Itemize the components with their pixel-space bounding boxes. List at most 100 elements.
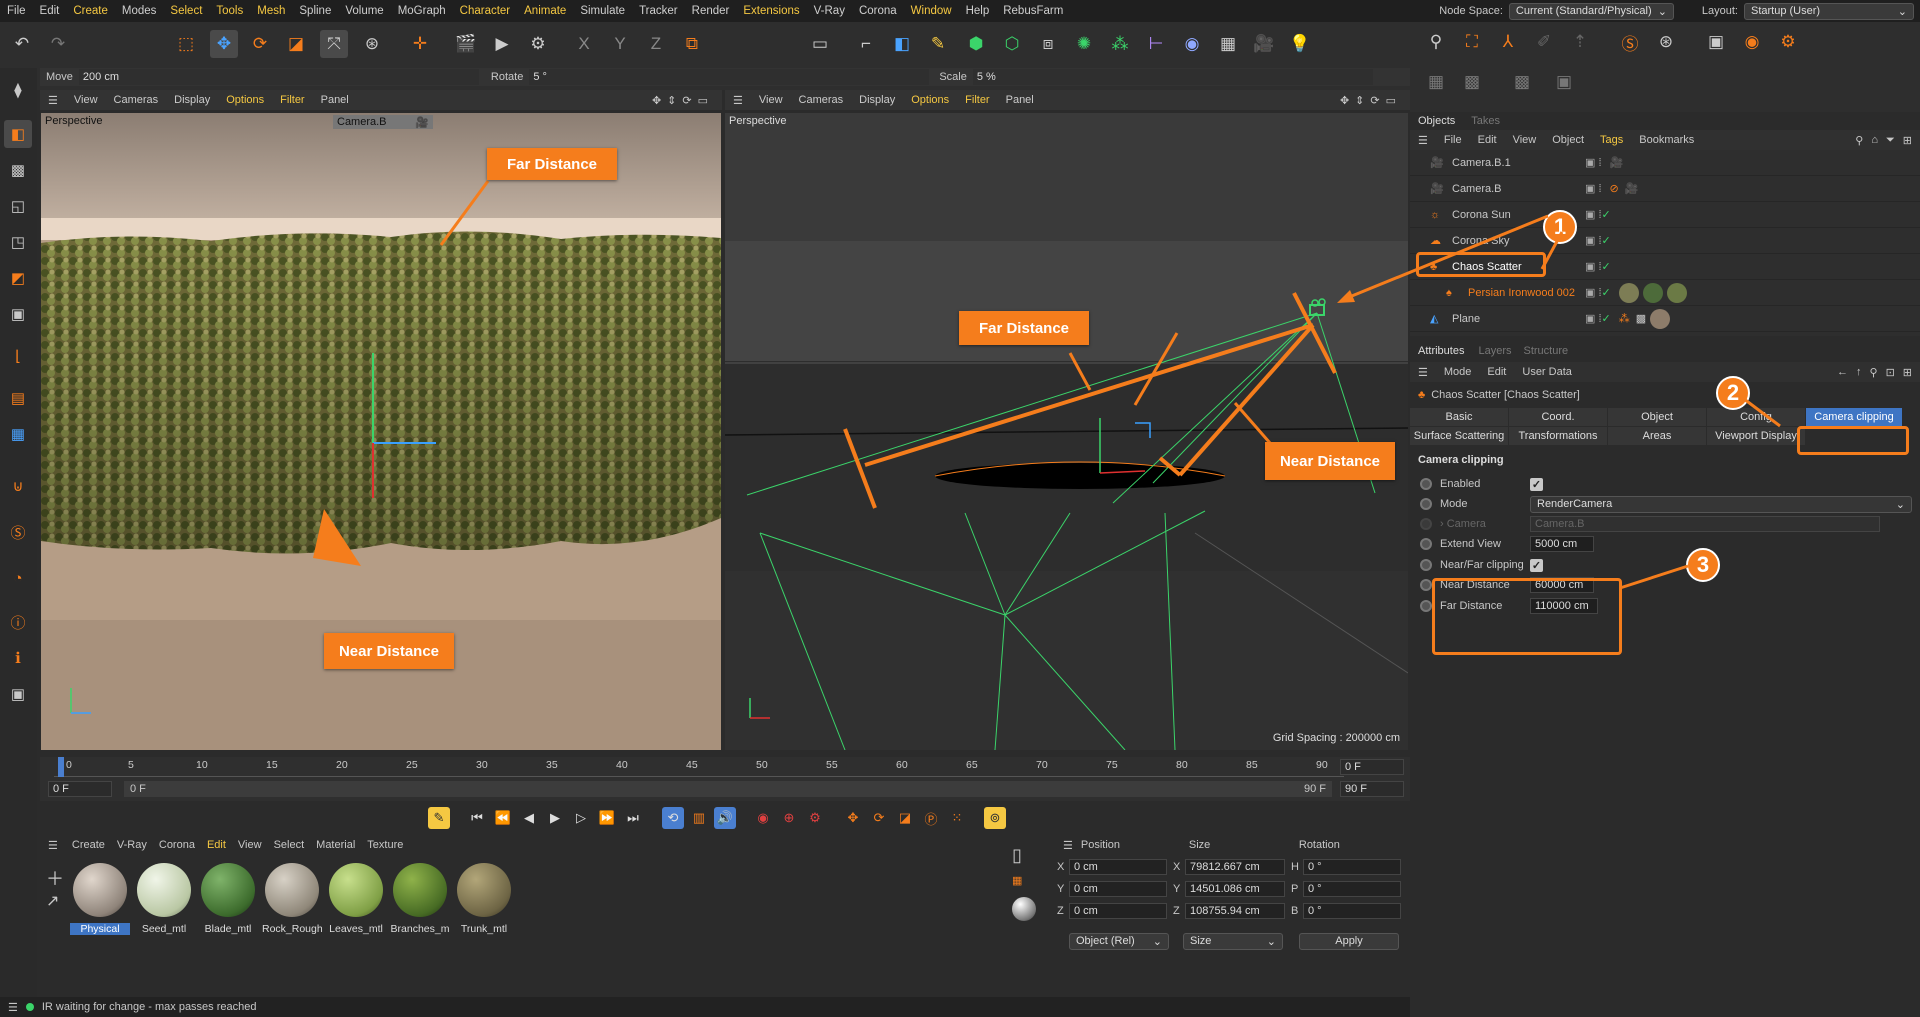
object-row-camera-b[interactable]: 🎥 Camera.B ▣ ⁞ ⊘ 🎥 xyxy=(1410,176,1920,202)
node-space-select[interactable]: Current (Standard/Physical) ⌄ xyxy=(1508,2,1674,20)
points-mode-icon[interactable]: ◱ xyxy=(4,192,32,220)
menu-spline[interactable]: Spline xyxy=(292,5,338,17)
grid-1-icon[interactable]: ▦ xyxy=(1422,68,1450,96)
protection-tag-icon[interactable]: ⊘ xyxy=(1610,182,1619,195)
sound-icon[interactable]: 🔊 xyxy=(714,807,736,829)
scatter-s-icon[interactable]: Ⓢ xyxy=(1616,28,1644,56)
scatter-settings-icon[interactable]: ⊛ xyxy=(1652,28,1680,56)
rot-h-field[interactable]: 0 ° xyxy=(1303,859,1401,875)
vfb-icon[interactable]: ▣ xyxy=(4,680,32,708)
tab-takes[interactable]: Takes xyxy=(1463,115,1508,127)
playhead[interactable] xyxy=(58,757,64,777)
obj-menu-view[interactable]: View xyxy=(1505,134,1545,146)
next-key-icon[interactable]: ⏩ xyxy=(596,807,618,829)
anim-radio[interactable] xyxy=(1420,579,1432,591)
document-icon[interactable]: ▯ xyxy=(1012,845,1052,866)
camera-tag-icon[interactable]: 🎥 xyxy=(1610,156,1624,169)
end-frame-field[interactable]: 90 F xyxy=(1340,781,1404,797)
viewport-nav-icon[interactable]: ✥⇕⟳▭ xyxy=(1340,94,1410,107)
tab-attributes[interactable]: Attributes xyxy=(1410,345,1472,357)
redo-icon[interactable]: ↷ xyxy=(44,30,72,58)
uv-mode-icon[interactable]: ▣ xyxy=(4,300,32,328)
edges-mode-icon[interactable]: ◳ xyxy=(4,228,32,256)
anim-radio[interactable] xyxy=(1420,498,1432,510)
material-tag-icon[interactable] xyxy=(1618,282,1639,303)
attr-menu-edit[interactable]: Edit xyxy=(1479,366,1514,378)
attr-tab-camera-clipping[interactable]: Camera clipping xyxy=(1806,408,1902,426)
layout-icon[interactable]: ▦ xyxy=(1012,874,1052,887)
object-row-persian-ironwood[interactable]: ♠ Persian Ironwood 002 ▣ ⁞✓ xyxy=(1410,280,1920,306)
menu-mograph[interactable]: MoGraph xyxy=(391,5,453,17)
mat-menu-create[interactable]: Create xyxy=(66,839,111,851)
scheme-icon[interactable]: ⊚ xyxy=(984,807,1006,829)
world-axis-icon[interactable]: ✛ xyxy=(406,30,434,58)
sphere-preview-icon[interactable] xyxy=(1012,897,1036,921)
cube-icon[interactable]: ◧ xyxy=(888,30,916,58)
grid-2-icon[interactable]: ▩ xyxy=(1458,68,1486,96)
attr-tab-transformations[interactable]: Transformations xyxy=(1509,427,1607,445)
attr-tab-surface-scattering[interactable]: Surface Scattering xyxy=(1410,427,1508,445)
vp-menu-panel[interactable]: Panel xyxy=(998,94,1042,106)
menu-help[interactable]: Help xyxy=(959,5,997,17)
info-icon[interactable]: ℹ xyxy=(4,644,32,672)
new-window-icon[interactable]: ⊞ xyxy=(1899,134,1920,147)
menu-animate[interactable]: Animate xyxy=(517,5,573,17)
search-icon[interactable]: ⚲ xyxy=(1851,134,1867,147)
visibility-toggle[interactable]: ▣ ⁞✓ xyxy=(1585,234,1611,247)
tab-structure[interactable]: Structure xyxy=(1518,345,1575,357)
material-seed[interactable]: Seed_mtl xyxy=(134,863,194,935)
material-tag-icon[interactable] xyxy=(1666,282,1687,303)
live-select-icon[interactable]: ⬚ xyxy=(172,30,200,58)
menu-extensions[interactable]: Extensions xyxy=(736,5,806,17)
lock-axis-icon[interactable]: ⊛ xyxy=(358,30,386,58)
axis-mode-icon[interactable]: ⌊ xyxy=(4,342,32,370)
attr-tab-viewport-display[interactable]: Viewport Display xyxy=(1707,427,1805,445)
start-frame-field[interactable]: 0 F xyxy=(48,781,112,797)
display-icon[interactable]: ▭ xyxy=(806,30,834,58)
vp-menu-panel[interactable]: Panel xyxy=(313,94,357,106)
key-grid-icon[interactable]: ⁙ xyxy=(946,807,968,829)
vp-menu-view[interactable]: View xyxy=(751,94,791,106)
obj-menu-file[interactable]: File xyxy=(1436,134,1470,146)
menu-rebusfarm[interactable]: RebusFarm xyxy=(996,5,1070,17)
material-branches[interactable]: Branches_m xyxy=(390,863,450,935)
anim-radio[interactable] xyxy=(1420,600,1432,612)
paint-icon[interactable]: ✐ xyxy=(1530,28,1558,56)
render-settings-icon[interactable]: ⚙ xyxy=(524,30,552,58)
vp-menu-options[interactable]: Options xyxy=(903,94,957,106)
move-icon[interactable]: ✥ xyxy=(210,30,238,58)
coord-mode-select[interactable]: Object (Rel) ⌄ xyxy=(1069,932,1169,950)
object-row-plane[interactable]: ◭ Plane ▣ ⁞✓ ⁂ ▩ xyxy=(1410,306,1920,332)
size-x-field[interactable]: 79812.667 cm xyxy=(1185,859,1285,875)
material-rock[interactable]: Rock_Rough xyxy=(262,863,322,935)
visibility-toggle[interactable]: ▣ ⁞ xyxy=(1585,156,1602,169)
fields-icon[interactable]: ⊢ xyxy=(1142,30,1170,58)
clapboard-icon[interactable]: 🎬 xyxy=(452,30,480,58)
key-param-icon[interactable]: Ⓟ xyxy=(920,807,942,829)
rot-b-field[interactable]: 0 ° xyxy=(1303,903,1401,919)
key-rotation-icon[interactable]: ⟳ xyxy=(868,807,890,829)
visibility-toggle[interactable]: ▣ ⁞✓ xyxy=(1585,260,1611,273)
camera-icon[interactable]: 🎥 xyxy=(1250,30,1278,58)
new-window-icon[interactable]: ⊞ xyxy=(1899,366,1920,379)
anim-radio[interactable] xyxy=(1420,559,1432,571)
timeline-ruler[interactable] xyxy=(54,757,1344,777)
record-icon[interactable]: ✎ xyxy=(428,807,450,829)
scale-icon[interactable]: ◪ xyxy=(282,30,310,58)
nav-up-icon[interactable]: ↑ xyxy=(1852,366,1866,378)
z-axis-icon[interactable]: Z xyxy=(642,30,670,58)
scatter-s-icon[interactable]: Ⓢ xyxy=(4,518,32,546)
timeline[interactable]: 0 5 10 15 20 25 30 35 40 45 50 55 60 65 … xyxy=(40,757,1410,801)
film-icon[interactable]: ▥ xyxy=(688,807,710,829)
key-scale-icon[interactable]: ◪ xyxy=(894,807,916,829)
tab-objects[interactable]: Objects xyxy=(1410,115,1463,127)
mat-menu-corona[interactable]: Corona xyxy=(153,839,201,851)
key-settings-icon[interactable]: ⚙ xyxy=(804,807,826,829)
hamburger-icon[interactable]: ☰ xyxy=(1055,839,1081,852)
x-axis-icon[interactable]: X xyxy=(570,30,598,58)
hamburger-icon[interactable]: ☰ xyxy=(1410,134,1436,147)
weight-icon[interactable]: ⇡ xyxy=(1566,28,1594,56)
make-editable-icon[interactable]: ⧫ xyxy=(4,76,32,104)
hamburger-icon[interactable]: ☰ xyxy=(1410,366,1436,379)
extend-view-field[interactable]: 5000 cm xyxy=(1530,536,1594,552)
